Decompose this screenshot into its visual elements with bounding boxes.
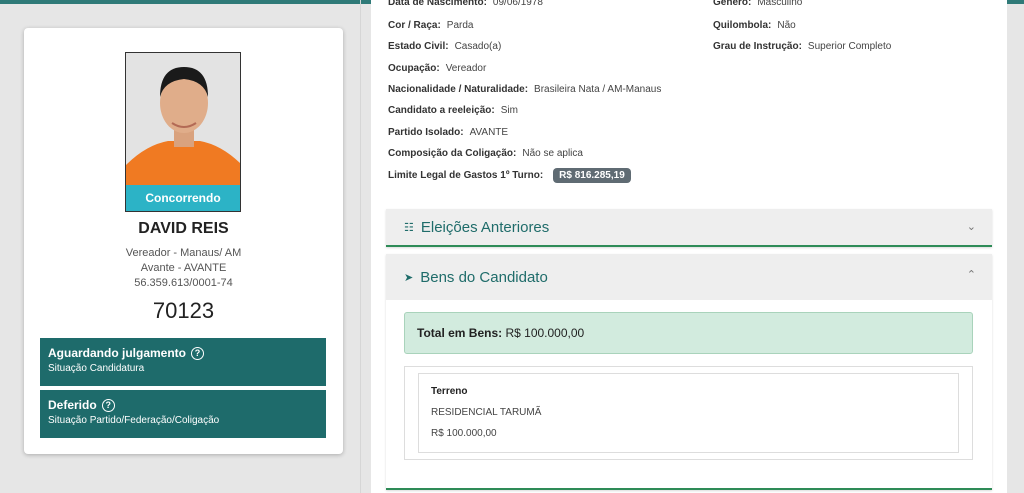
info-spending-limit: Limite Legal de Gastos 1º Turno: R$ 816.2… (388, 168, 631, 183)
asset-value: R$ 100.000,00 (431, 428, 497, 439)
assets-total-value: R$ 100.000,00 (505, 326, 585, 340)
asset-description: RESIDENCIAL TARUMÃ (431, 407, 542, 418)
info-occupation: Ocupação: Vereador (388, 63, 487, 74)
status-party-subtitle: Situação Partido/Federação/Coligação (48, 415, 220, 426)
chevron-up-icon[interactable]: ⌃ (967, 268, 976, 281)
column-divider (360, 0, 361, 493)
info-race: Cor / Raça: Parda (388, 20, 474, 31)
info-reelection: Candidato a reeleição: Sim (388, 105, 518, 116)
info-gender: Gênero: Masculino (713, 0, 803, 8)
asset-item: Terreno RESIDENCIAL TARUMÃ R$ 100.000,00 (418, 373, 959, 453)
candidate-role: Vereador - Manaus/ AM (125, 247, 242, 259)
candidate-photo: Concorrendo (125, 52, 241, 212)
assets-body: Total em Bens: R$ 100.000,00 Terreno RES… (386, 300, 992, 488)
candidate-card: Concorrendo DAVID REIS Vereador - Manaus… (24, 28, 343, 454)
status-candidacy-title: Aguardando julgamento (48, 346, 186, 360)
candidate-details-panel: Data de Nascimento: 09/06/1978 Gênero: Mas… (371, 0, 1007, 493)
info-coalition: Composição da Coligação: Não se aplica (388, 148, 583, 159)
assets-total: Total em Bens: R$ 100.000,00 (404, 312, 973, 354)
info-party: Partido Isolado: AVANTE (388, 127, 509, 138)
accordion-candidate-assets-title: Bens do Candidato (420, 268, 548, 286)
info-quilombola: Quilombola: Não (713, 20, 796, 31)
help-icon[interactable]: ? (101, 398, 115, 412)
accordion-previous-elections-header[interactable]: ☷ Eleições Anteriores (386, 209, 992, 245)
help-icon[interactable]: ? (191, 346, 204, 360)
accordion-previous-elections-title: Eleições Anteriores (420, 218, 550, 236)
candidate-number: 70123 (152, 298, 215, 323)
status-party: Deferido ? Situação Partido/Federação/Co… (40, 390, 326, 438)
candidate-name: DAVID REIS (138, 220, 229, 237)
status-party-title: Deferido (48, 398, 97, 412)
sitemap-icon: ☷ (404, 221, 414, 234)
assets-total-label: Total em Bens: (417, 326, 503, 340)
chevron-down-icon[interactable]: ⌄ (967, 220, 976, 233)
accordion-previous-elections[interactable]: ☷ Eleições Anteriores ⌄ (386, 209, 992, 247)
candidate-cnpj: 56.359.613/0001-74 (134, 277, 233, 289)
accordion-candidate-assets-header[interactable]: ➤ Bens do Candidato (386, 254, 992, 300)
asset-type: Terreno (431, 386, 468, 397)
accordion-candidate-assets[interactable]: ➤ Bens do Candidato ⌃ Total em Bens: R$ … (386, 254, 992, 490)
status-candidacy: Aguardando julgamento ? Situação Candida… (40, 338, 326, 386)
status-candidacy-subtitle: Situação Candidatura (48, 363, 145, 374)
info-birth: Data de Nascimento: 09/06/1978 (388, 0, 543, 8)
rocket-icon: ➤ (404, 271, 414, 284)
info-education: Grau de Instrução: Superior Completo (713, 41, 892, 52)
candidacy-status-badge: Concorrendo (126, 185, 240, 211)
info-nationality: Nacionalidade / Naturalidade: Brasileira … (388, 84, 662, 95)
info-marital-status: Estado Civil: Casado(a) (388, 41, 502, 52)
assets-list: Terreno RESIDENCIAL TARUMÃ R$ 100.000,00 (404, 366, 973, 460)
candidate-party: Avante - AVANTE (140, 262, 227, 274)
spending-limit-badge: R$ 816.285,19 (553, 168, 631, 183)
